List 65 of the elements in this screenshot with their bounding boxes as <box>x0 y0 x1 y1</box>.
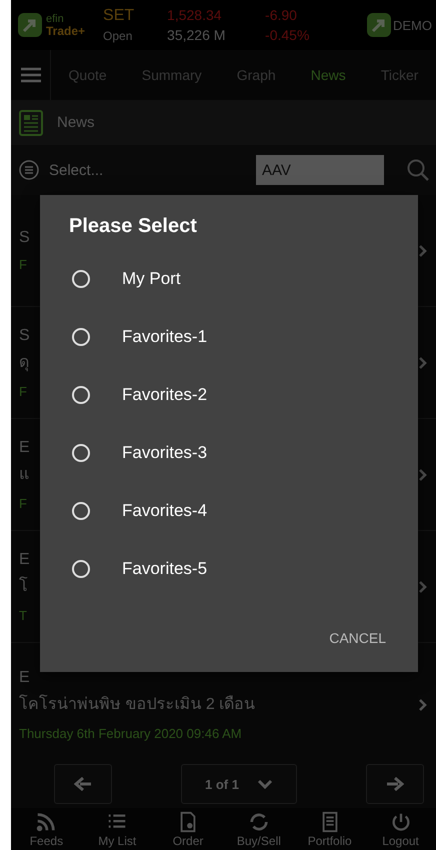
option-label[interactable]: Favorites-4 <box>122 501 208 521</box>
news-headline: E <box>19 668 30 686</box>
option-label[interactable]: Favorites-2 <box>122 385 208 405</box>
list-icon[interactable] <box>19 160 39 180</box>
option-label[interactable]: My Port <box>122 269 181 289</box>
news-date: F <box>19 496 27 510</box>
chevron-right-icon[interactable] <box>418 244 428 258</box>
radio-button[interactable] <box>72 270 90 288</box>
nav-button[interactable]: Feeds <box>13 810 80 848</box>
section-title: News <box>57 114 95 131</box>
radio-button[interactable] <box>72 502 90 520</box>
app-logo-icon <box>17 12 43 38</box>
option-label[interactable]: Favorites-3 <box>122 443 208 463</box>
news-headline: โ <box>19 576 28 596</box>
cancel-button[interactable]: CANCEL <box>325 626 390 650</box>
nav-button[interactable]: Order <box>155 810 222 848</box>
news-headline: S <box>19 326 30 344</box>
index-name: SET <box>103 7 136 25</box>
news-date: F <box>19 384 27 398</box>
news-date: F <box>19 257 27 272</box>
arrow-right-icon <box>386 777 404 791</box>
radio-button[interactable] <box>72 560 90 578</box>
news-headline: E <box>19 438 30 456</box>
option-label[interactable]: Favorites-1 <box>122 327 208 347</box>
next-button[interactable] <box>366 764 424 804</box>
symbol-input[interactable]: AAV <box>256 155 384 185</box>
radio-button[interactable] <box>72 444 90 462</box>
chevron-right-icon[interactable] <box>418 468 428 482</box>
feed-icon <box>35 810 58 832</box>
option-label[interactable]: Favorites-5 <box>122 559 208 579</box>
chevron-right-icon[interactable] <box>418 580 428 594</box>
news-headline: S <box>19 229 30 247</box>
news-date: Thursday 6th February 2020 09:46 AM <box>19 726 242 740</box>
tab[interactable]: News <box>306 61 350 89</box>
account-logo-icon <box>366 12 392 38</box>
radio-button[interactable] <box>72 328 90 346</box>
previous-button[interactable] <box>54 764 112 804</box>
radio-button[interactable] <box>72 386 90 404</box>
page-dropdown[interactable]: 1 of 1 <box>181 764 297 804</box>
account-label: DEMO <box>393 18 432 32</box>
select-dropdown[interactable]: Select... <box>49 162 246 178</box>
news-headline: โคโรน่าพ่นพิษ ขอประเมิน 2 เดือน <box>19 694 256 714</box>
news-headline: แ <box>19 464 29 484</box>
logo-text: efin <box>46 13 65 25</box>
market-state: Open <box>103 29 134 43</box>
nav-button[interactable]: My List <box>84 810 150 848</box>
chevron-down-icon <box>256 779 273 789</box>
logo-text: Trade+ <box>46 25 86 37</box>
swap-icon <box>248 810 270 832</box>
news-date: T <box>19 608 27 622</box>
nav-button[interactable]: Buy/Sell <box>226 810 292 848</box>
chevron-right-icon[interactable] <box>418 356 428 370</box>
arrow-left-icon <box>74 777 92 791</box>
newspaper-icon <box>19 110 43 136</box>
volume-text: 35,226 M <box>167 27 226 43</box>
search-icon[interactable] <box>406 158 430 182</box>
menu-icon[interactable] <box>20 67 42 83</box>
nav-button[interactable]: Logout <box>368 810 434 848</box>
dialog-title: Please Select <box>69 215 198 238</box>
index-value: 1,528.34 <box>167 7 223 23</box>
change-percent: -0.45% <box>265 27 310 43</box>
news-headline: E <box>19 550 30 568</box>
news-headline: ดุ <box>19 352 29 374</box>
change-value: -6.90 <box>265 7 298 23</box>
nav-button[interactable]: Portfolio <box>296 810 363 848</box>
